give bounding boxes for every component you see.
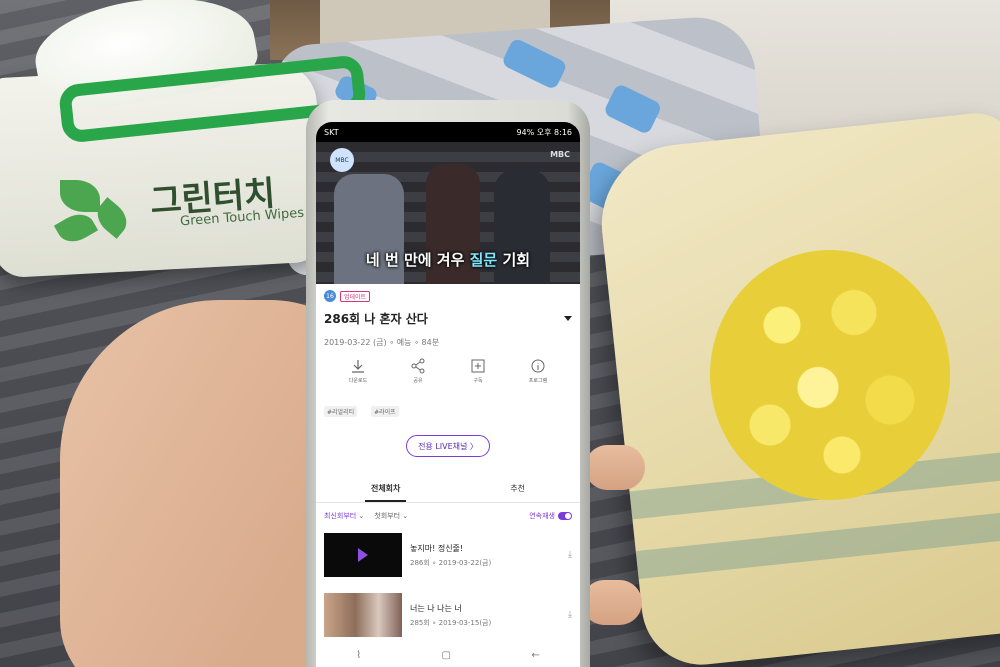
smartphone: SKT 94% 오후 8:16 MBC MBC 네 번 만에 겨우 질문 기회 … — [306, 100, 590, 667]
expand-icon[interactable] — [564, 316, 572, 321]
download-button[interactable]: 다운로드 — [336, 358, 380, 384]
autoplay-toggle[interactable]: 연속재생 — [529, 511, 572, 521]
finger — [585, 445, 645, 490]
episode-meta: 2019-03-22 (금) ∘ 예능 ∘ 84분 — [324, 338, 440, 347]
download-icon[interactable]: ⤓ — [568, 550, 572, 560]
clock-label: 오후 8:16 — [536, 127, 572, 137]
live-channel-button[interactable]: 전용 LIVE채널 〉 — [406, 435, 490, 457]
tag-list: #리얼리티 #라이프 — [324, 406, 572, 417]
popcorn — [710, 250, 950, 500]
share-button[interactable]: 공유 — [396, 358, 440, 384]
play-icon — [358, 548, 368, 562]
download-icon — [352, 360, 364, 373]
sort-dropdown[interactable]: 최신회부터 ⌄ — [324, 511, 364, 521]
system-navbar: ⌇ ▢ ← — [316, 643, 580, 667]
video-player[interactable]: MBC MBC 네 번 만에 겨우 질문 기회 — [316, 142, 580, 284]
info-icon — [531, 359, 545, 373]
finger — [582, 580, 642, 625]
share-icon — [411, 358, 425, 374]
broadcaster-logo: MBC — [550, 150, 570, 159]
episode-thumbnail[interactable] — [324, 593, 402, 637]
episode-date: 285회 ∘ 2019-03-15(금) — [410, 618, 492, 627]
episode-name: 놓지마! 정신줄! — [410, 543, 464, 553]
episode-date: 286회 ∘ 2019-03-22(금) — [410, 558, 492, 567]
episode-tabs: 전체회차 추천 — [316, 479, 580, 503]
tab-all-episodes[interactable]: 전체회차 — [364, 479, 407, 502]
list-item[interactable]: 놓지마! 정신줄! 286회 ∘ 2019-03-22(금) ⤓ — [316, 525, 580, 585]
battery-label: 94% — [516, 127, 535, 137]
phone-screen: SKT 94% 오후 8:16 MBC MBC 네 번 만에 겨우 질문 기회 … — [316, 122, 580, 667]
back-icon[interactable]: ← — [531, 650, 539, 661]
download-icon[interactable]: ⤓ — [568, 610, 572, 620]
filter-bar: 최신회부터 ⌄ 첫회부터 ⌄ 연속재생 — [316, 503, 580, 525]
video-caption: 네 번 만에 겨우 질문 기회 — [365, 251, 531, 269]
tag[interactable]: #라이프 — [371, 406, 399, 417]
tag[interactable]: #리얼리티 — [324, 406, 358, 417]
start-dropdown[interactable]: 첫회부터 ⌄ — [374, 511, 408, 521]
carrier-label: SKT — [324, 127, 339, 137]
program-info-button[interactable]: 프로그램 — [516, 358, 560, 384]
program-logo-icon: MBC — [330, 148, 354, 172]
status-bar: SKT 94% 오후 8:16 — [316, 122, 580, 142]
subscribe-button[interactable]: 구독 — [456, 358, 500, 384]
program-info: 16 업데이트 286회 나 혼자 산다 2019-03-22 (금) ∘ 예능… — [316, 284, 580, 463]
list-item[interactable]: 너는 나 나는 너 285회 ∘ 2019-03-15(금) ⤓ — [316, 585, 580, 645]
toggle-switch-icon[interactable] — [558, 512, 572, 520]
channel-icon: 16 — [324, 290, 336, 302]
home-icon[interactable]: ▢ — [442, 650, 451, 661]
action-bar: 다운로드 공유 구독 프로그램 — [324, 358, 572, 384]
plus-box-icon — [471, 359, 485, 373]
recent-apps-icon[interactable]: ⌇ — [356, 650, 361, 661]
episode-thumbnail[interactable] — [324, 533, 402, 577]
update-badge: 업데이트 — [340, 290, 371, 302]
tab-recommended[interactable]: 추천 — [504, 479, 531, 502]
episode-name: 너는 나 나는 너 — [410, 603, 462, 613]
episode-title: 286회 나 혼자 산다 — [324, 312, 428, 326]
